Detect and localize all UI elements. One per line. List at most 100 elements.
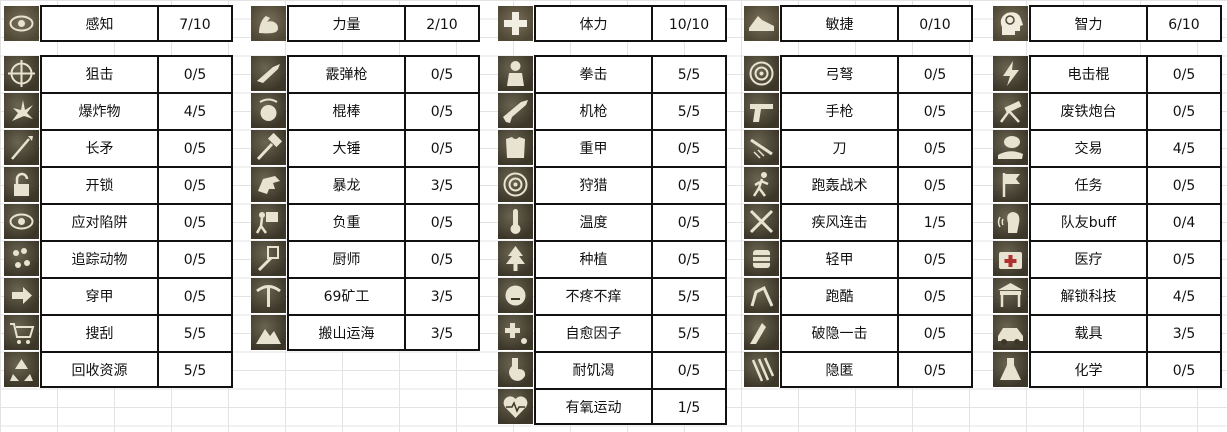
skill-name: 拳击 <box>534 55 651 92</box>
attribute-name: 感知 <box>40 5 157 42</box>
medkit-icon <box>993 241 1028 276</box>
skill-name: 69矿工 <box>287 277 404 314</box>
skill-row: 霰弹枪 0/5 <box>250 55 486 92</box>
skill-level: 4/5 <box>1146 277 1222 314</box>
skill-row: 隐匿 0/5 <box>743 351 979 388</box>
skill-level: 0/5 <box>157 129 233 166</box>
skill-row: 重甲 0/5 <box>497 129 733 166</box>
skill-level: 0/5 <box>157 203 233 240</box>
skill-row: 交易 4/5 <box>992 129 1227 166</box>
skill-level: 0/5 <box>651 166 727 203</box>
skill-name: 重甲 <box>534 129 651 166</box>
turret-icon <box>993 93 1028 128</box>
attribute-header-row: 力量 2/10 <box>250 5 486 42</box>
attribute-points: 6/10 <box>1146 5 1222 42</box>
skill-name: 长矛 <box>40 129 157 166</box>
skill-name: 疾风连击 <box>780 203 897 240</box>
skill-level: 1/5 <box>651 388 727 425</box>
skill-row: 负重 0/5 <box>250 203 486 240</box>
heartbeat-icon <box>498 389 533 424</box>
attribute-points: 10/10 <box>651 5 727 42</box>
boxer-icon <box>498 56 533 91</box>
skill-row: 搬山运海 3/5 <box>250 314 486 351</box>
skill-row: 搜刮 5/5 <box>3 314 239 351</box>
skill-name: 应对陷阱 <box>40 203 157 240</box>
shopping-cart-icon <box>4 315 39 350</box>
target-icon <box>498 167 533 202</box>
healing-plus-icon <box>498 315 533 350</box>
skill-name: 负重 <box>287 203 404 240</box>
skill-name: 自愈因子 <box>534 314 651 351</box>
calm-face-icon <box>498 278 533 313</box>
claw-marks-icon <box>744 352 779 387</box>
attribute-group: 感知 7/10 狙击 0/5 爆炸物 4/5 长矛 0/5 开锁 0/5 应对陷阱 0/5 追踪动物 0/… <box>3 0 239 432</box>
skill-name: 穿甲 <box>40 277 157 314</box>
skill-row: 暴龙 3/5 <box>250 166 486 203</box>
skill-level: 5/5 <box>157 351 233 388</box>
skill-row: 废铁炮台 0/5 <box>992 92 1227 129</box>
attribute-name: 敏捷 <box>780 5 897 42</box>
skill-row: 载具 3/5 <box>992 314 1227 351</box>
skill-level: 0/5 <box>157 166 233 203</box>
mountain-move-icon <box>251 315 286 350</box>
skill-name: 爆炸物 <box>40 92 157 129</box>
skill-level: 0/5 <box>404 240 480 277</box>
skill-name: 机枪 <box>534 92 651 129</box>
ally-voice-icon <box>993 204 1028 239</box>
skill-name: 破隐一击 <box>780 314 897 351</box>
skill-level: 0/5 <box>897 277 973 314</box>
skill-level: 4/5 <box>157 92 233 129</box>
skill-row: 有氧运动 1/5 <box>497 388 733 425</box>
skill-row: 69矿工 3/5 <box>250 277 486 314</box>
attribute-header-row: 感知 7/10 <box>3 5 239 42</box>
skill-name: 有氧运动 <box>534 388 651 425</box>
skill-level: 0/5 <box>897 351 973 388</box>
skill-row: 任务 0/5 <box>992 166 1227 203</box>
skill-name: 跑轰战术 <box>780 166 897 203</box>
skill-name: 医疗 <box>1029 240 1146 277</box>
skill-name: 电击棍 <box>1029 55 1146 92</box>
recycle-icon <box>4 352 39 387</box>
skill-row: 温度 0/5 <box>497 203 733 240</box>
money-hand-icon <box>993 130 1028 165</box>
skill-level: 3/5 <box>404 166 480 203</box>
skill-name: 厨师 <box>287 240 404 277</box>
attribute-header-row: 智力 6/10 <box>992 5 1227 42</box>
light-armor-icon <box>744 241 779 276</box>
skill-level: 0/5 <box>651 203 727 240</box>
skill-name: 交易 <box>1029 129 1146 166</box>
skill-row: 化学 0/5 <box>992 351 1227 388</box>
skill-level: 5/5 <box>651 277 727 314</box>
skill-name: 搬山运海 <box>287 314 404 351</box>
eye-icon <box>4 6 39 41</box>
skill-level: 0/5 <box>897 92 973 129</box>
skill-row: 应对陷阱 0/5 <box>3 203 239 240</box>
skill-level: 3/5 <box>404 277 480 314</box>
skill-level: 0/5 <box>1146 92 1222 129</box>
attribute-name: 智力 <box>1029 5 1146 42</box>
skill-name: 刀 <box>780 129 897 166</box>
running-shoe-icon <box>744 6 779 41</box>
skill-level: 0/4 <box>1146 203 1222 240</box>
rifle-icon <box>498 93 533 128</box>
skill-row: 穿甲 0/5 <box>3 277 239 314</box>
revolver-icon <box>744 93 779 128</box>
skill-level: 3/5 <box>1146 314 1222 351</box>
attribute-group: 力量 2/10 霰弹枪 0/5 棍棒 0/5 大锤 0/5 暴龙 3/5 负重 0/5 厨师 0/5 69矿… <box>250 0 486 432</box>
skill-name: 载具 <box>1029 314 1146 351</box>
vehicle-icon <box>993 315 1028 350</box>
skill-row: 医疗 0/5 <box>992 240 1227 277</box>
skill-level: 0/5 <box>651 240 727 277</box>
flexed-arm-icon <box>251 6 286 41</box>
skill-row: 开锁 0/5 <box>3 166 239 203</box>
skill-level: 0/5 <box>897 314 973 351</box>
carrying-box-icon <box>251 204 286 239</box>
attribute-group: 敏捷 0/10 弓弩 0/5 手枪 0/5 刀 0/5 跑轰战术 0/5 疾风连击 1/5 轻甲 0/5 跑… <box>743 0 979 432</box>
skill-row: 自愈因子 5/5 <box>497 314 733 351</box>
skill-row: 手枪 0/5 <box>743 92 979 129</box>
skill-row: 狩猎 0/5 <box>497 166 733 203</box>
skill-name: 搜刮 <box>40 314 157 351</box>
skill-row: 机枪 5/5 <box>497 92 733 129</box>
skill-name: 追踪动物 <box>40 240 157 277</box>
skill-row: 疾风连击 1/5 <box>743 203 979 240</box>
